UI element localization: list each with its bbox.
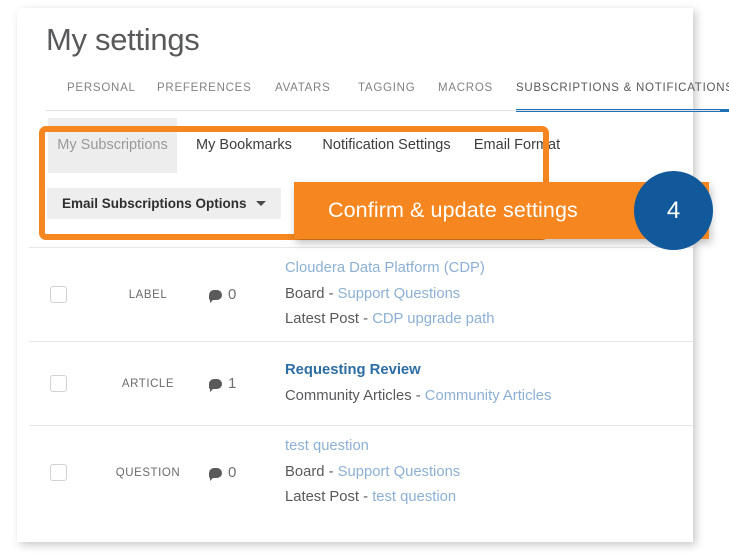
sub-tab-bar: My SubscriptionsMy BookmarksNotification… (29, 118, 693, 175)
row-info-line: Latest Post - CDP upgrade path (285, 307, 681, 333)
table-row: LABEL 0 Cloudera Data Platform (CDP) Board … (29, 248, 693, 342)
row-type-label: LABEL (87, 289, 209, 301)
sub-tab-notification-settings[interactable]: Notification Settings (309, 118, 464, 173)
callout-text: Confirm & update settings (328, 182, 578, 239)
row-checkbox[interactable] (50, 375, 67, 392)
row-comment-count-cell: 0 (209, 286, 285, 303)
row-text: Latest Post - (285, 489, 372, 505)
primary-tab-macros[interactable]: MACROS (438, 82, 493, 103)
row-type-label: ARTICLE (87, 378, 209, 390)
primary-tab-bar: PERSONALPREFERENCESAVATARSTAGGINGMACROSS… (46, 82, 720, 110)
primary-tab-personal[interactable]: PERSONAL (67, 82, 136, 103)
caret-down-icon (256, 201, 266, 206)
subscriptions-list: LABEL 0 Cloudera Data Platform (CDP) Board … (29, 248, 693, 519)
row-checkbox[interactable] (50, 286, 67, 303)
row-link[interactable]: test question (372, 489, 456, 505)
row-info-line: Requesting Review (285, 358, 681, 384)
row-text: Board - (285, 286, 338, 302)
row-comment-count-cell: 0 (209, 464, 285, 481)
row-select-cell (29, 286, 87, 303)
callout-banner: Confirm & update settings 4 (294, 182, 709, 239)
row-link[interactable]: Support Questions (338, 286, 461, 302)
row-info-line: Board - Support Questions (285, 460, 681, 486)
row-link[interactable]: test question (285, 438, 369, 454)
row-select-cell (29, 464, 87, 481)
row-select-cell (29, 375, 87, 392)
email-subscriptions-options-label: Email Subscriptions Options (62, 188, 247, 219)
settings-card: My settings PERSONAL PREFERENCES AVATARS TA… (17, 8, 693, 542)
row-comment-count: 1 (228, 375, 236, 392)
row-link[interactable]: Cloudera Data Platform (CDP) (285, 260, 485, 276)
table-row: ARTICLE1Requesting ReviewCommunity Artic… (29, 342, 693, 426)
row-info-cell: Requesting Review Community Articles - Co… (285, 358, 693, 409)
primary-tab-tagging[interactable]: TAGGING (358, 82, 415, 103)
sub-tab-my-bookmarks[interactable]: My Bookmarks (189, 118, 299, 173)
row-text: Latest Post - (285, 311, 372, 327)
page-title: My settings (46, 22, 199, 58)
row-info-line: test question (285, 434, 681, 460)
row-info-line: Board - Support Questions (285, 282, 681, 308)
sub-tab-my-subscriptions[interactable]: My Subscriptions (48, 118, 177, 173)
primary-tab-subscriptions-notifications[interactable]: SUBSCRIPTIONS & NOTIFICATIONS (516, 82, 729, 103)
comment-bubble-icon (209, 379, 222, 389)
row-comment-count-cell: 1 (209, 375, 285, 392)
row-text: Community Articles - (285, 388, 425, 404)
row-link[interactable]: Community Articles (425, 388, 552, 404)
row-type-label: QUESTION (87, 467, 209, 479)
row-comment-count: 0 (228, 286, 236, 303)
row-comment-count: 0 (228, 464, 236, 481)
row-title-link[interactable]: Requesting Review (285, 362, 421, 378)
table-row: QUESTION 0 test question Board - Support Qu… (29, 426, 693, 519)
row-link[interactable]: CDP upgrade path (372, 311, 494, 327)
comment-bubble-icon (209, 468, 222, 478)
comment-bubble-icon (209, 290, 222, 300)
row-info-cell: test questionBoard - Support QuestionsLa… (285, 434, 693, 511)
primary-tab-avatars[interactable]: AVATARS (275, 82, 331, 103)
email-subscriptions-options-button[interactable]: Email Subscriptions Options (47, 188, 281, 219)
row-link[interactable]: Support Questions (338, 464, 461, 480)
row-text: Board - (285, 464, 338, 480)
callout-step-badge: 4 (634, 171, 713, 250)
screenshot-root: My settings PERSONAL PREFERENCES AVATARS TA… (0, 0, 729, 558)
row-info-cell: Cloudera Data Platform (CDP) Board - Supp… (285, 256, 693, 333)
row-info-line: Latest Post - test question (285, 485, 681, 511)
sub-tab-email-format[interactable]: Email Format (467, 118, 567, 173)
primary-tab-preferences[interactable]: PREFERENCES (157, 82, 252, 103)
row-info-line: Community Articles - Community Articles (285, 384, 681, 410)
primary-tab-divider (46, 110, 720, 111)
row-checkbox[interactable] (50, 464, 67, 481)
row-info-line: Cloudera Data Platform (CDP) (285, 256, 681, 282)
